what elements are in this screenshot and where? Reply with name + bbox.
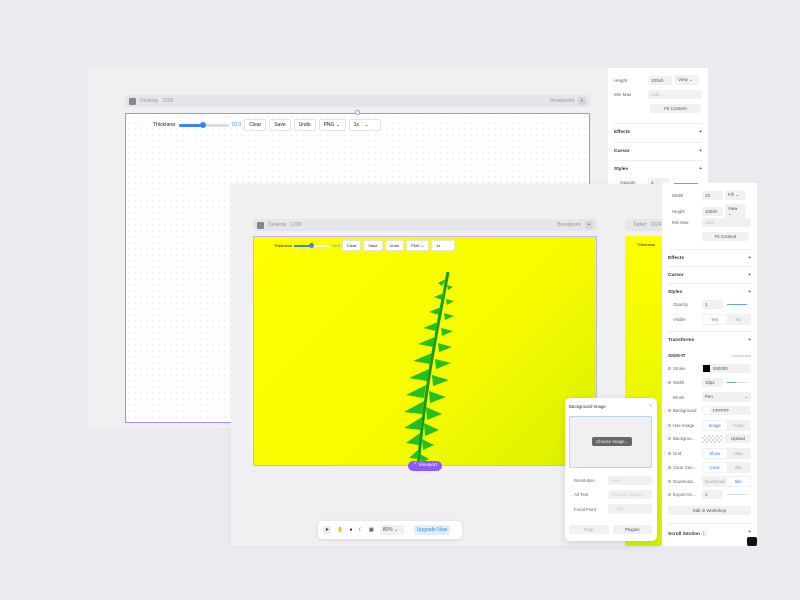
popover-title: Background Image bbox=[569, 404, 606, 409]
frame-header[interactable]: Desktop 1200 Breakpoint + bbox=[125, 95, 590, 107]
width-unit-select[interactable]: Fill ⌄ bbox=[725, 190, 745, 200]
export-scale-input[interactable]: 1 bbox=[702, 490, 723, 499]
effects-section[interactable]: Effects + bbox=[614, 123, 702, 135]
height-unit-select[interactable]: View ⌄ bbox=[675, 75, 699, 85]
zoom-select[interactable]: 80% ⌄ bbox=[379, 525, 404, 535]
crop-button[interactable]: Crop bbox=[569, 525, 609, 534]
brush-select[interactable]: Pen ⌄ bbox=[702, 392, 751, 402]
upgrade-button[interactable]: Upgrade Now bbox=[413, 525, 451, 535]
width-input[interactable]: 1fr bbox=[702, 190, 723, 200]
plus-icon: + bbox=[699, 167, 702, 172]
minmax-input[interactable]: Add... bbox=[648, 90, 702, 99]
scale-select[interactable]: 1x ⌄ bbox=[348, 119, 381, 131]
bottom-toolbar: ➤ ✋ ● ☾ ▦ 80% ⌄ Upgrade Now bbox=[318, 521, 462, 539]
grid-toggle[interactable]: Show Hide bbox=[702, 448, 751, 459]
frame-width: 1200 bbox=[162, 98, 174, 104]
thickness-value: 10.0 bbox=[231, 122, 242, 128]
drawing-toolbar: ⋮⋮ Thickness 10.0 Clear Save Undo PNG ⌄ … bbox=[260, 240, 456, 251]
plus-icon: + bbox=[699, 130, 702, 135]
opacity-input[interactable]: 1 bbox=[702, 300, 723, 309]
styles-section[interactable]: Styles + bbox=[668, 283, 751, 295]
height-label: Height bbox=[614, 77, 628, 83]
visible-toggle[interactable]: Yes No bbox=[702, 314, 751, 325]
opacity-slider[interactable] bbox=[727, 304, 747, 305]
focal-point-input[interactable]: ⁘ Add... bbox=[608, 504, 652, 514]
effects-section[interactable]: Effects + bbox=[668, 249, 751, 261]
height-input[interactable]: 100vh bbox=[648, 75, 672, 85]
scale-select[interactable]: 1x bbox=[431, 240, 456, 251]
hand-tool-icon[interactable]: ✋ bbox=[337, 527, 343, 533]
thickness-label: Thickness bbox=[274, 243, 293, 248]
undo-button[interactable]: Undo bbox=[384, 240, 405, 251]
thickness-value: 10.0 bbox=[332, 243, 340, 248]
cursor-section[interactable]: Cursor + bbox=[614, 142, 702, 154]
scroll-section[interactable]: Scroll Section ⓘ + bbox=[668, 523, 751, 537]
stroke-color-input[interactable]: 000000 bbox=[702, 364, 751, 373]
save-button[interactable]: Save bbox=[363, 240, 383, 251]
fit-content-button[interactable]: Fit Content bbox=[702, 232, 749, 241]
frame-header[interactable]: Desktop 1200 Breakpoint + bbox=[253, 219, 597, 231]
choose-image-button[interactable]: Choose Image... bbox=[592, 437, 633, 446]
frame-canvas[interactable]: ⋮⋮ Thickness 10.0 Clear Save Undo PNG ⌄ … bbox=[253, 236, 597, 466]
thickness-label: Thickness bbox=[153, 122, 176, 128]
height-unit-select[interactable]: View ⌄ bbox=[725, 204, 745, 219]
edit-in-workshop-button[interactable]: Edit in Workshop bbox=[668, 506, 751, 515]
theme-toggle-icon[interactable]: ☾ bbox=[358, 527, 362, 533]
add-breakpoint-icon[interactable]: + bbox=[585, 221, 593, 229]
viewport-badge[interactable]: ⌃ Viewport bbox=[408, 461, 442, 471]
clear-button[interactable]: Clear bbox=[341, 240, 362, 251]
alt-text-input[interactable]: Describe Image... bbox=[608, 490, 652, 499]
export-scale-slider[interactable] bbox=[727, 494, 747, 495]
plus-icon: + bbox=[699, 149, 702, 154]
image-drop-zone[interactable]: Choose Image... bbox=[569, 416, 652, 468]
thickness-slider[interactable] bbox=[294, 242, 331, 248]
breakpoint-label: Breakpoint bbox=[550, 98, 574, 104]
drag-handle-icon[interactable]: ⋮⋮ bbox=[136, 122, 146, 128]
thickness-slider[interactable] bbox=[178, 121, 229, 128]
format-select[interactable]: PNG ⌄ bbox=[318, 119, 346, 131]
resolution-select[interactable]: Auto bbox=[608, 476, 652, 485]
minmax-input[interactable]: Add... bbox=[702, 218, 751, 227]
frame-name: Desktop bbox=[140, 98, 159, 104]
background-image-popover: Background Image × Choose Image... Resol… bbox=[565, 398, 657, 541]
breakpoint-label: Breakpoint bbox=[557, 222, 581, 228]
undo-button[interactable]: Undo bbox=[293, 119, 316, 131]
plugins-button[interactable]: Plugins bbox=[612, 525, 652, 534]
minmax-label: Min Max bbox=[614, 92, 632, 97]
clear-canvas-toggle[interactable]: Clear Idle bbox=[702, 462, 751, 473]
clear-button[interactable]: Clear bbox=[244, 119, 267, 131]
tablet-frame-header[interactable]: Tablet 1024 bbox=[625, 219, 665, 231]
stroke-width-slider[interactable] bbox=[727, 382, 747, 383]
cursor-section[interactable]: Cursor + bbox=[668, 266, 751, 278]
upload-button[interactable]: Upload bbox=[725, 434, 751, 443]
back-properties-panel: Height 100vh View ⌄ Min Max Add... Fit Cont… bbox=[608, 68, 708, 188]
stroke-width-input[interactable]: 10px bbox=[702, 378, 723, 387]
frame-icon bbox=[129, 97, 136, 105]
info-icon: ⓘ bbox=[701, 532, 707, 537]
save-button[interactable]: Save bbox=[269, 119, 291, 131]
properties-panel: Width 1fr Fill ⌄ Height 100vh View ⌄ Min Max… bbox=[662, 183, 757, 546]
fit-content-button[interactable]: Fit Content bbox=[650, 104, 701, 113]
format-select[interactable]: PNG ⌄ bbox=[406, 240, 430, 251]
frame-name: Desktop bbox=[268, 222, 287, 228]
frame-width: 1200 bbox=[290, 222, 302, 228]
add-breakpoint-icon[interactable]: + bbox=[578, 97, 586, 105]
component-header: SIGN-IT Component bbox=[668, 354, 751, 359]
styles-section[interactable]: Styles + bbox=[614, 160, 702, 172]
bg-image-thumbnail[interactable] bbox=[702, 434, 723, 443]
fern-image bbox=[404, 271, 454, 465]
download-toggle[interactable]: Download Idle bbox=[702, 476, 751, 487]
pointer-tool-icon[interactable]: ➤ bbox=[323, 526, 332, 534]
comment-tool-icon[interactable]: ● bbox=[349, 527, 352, 533]
height-input[interactable]: 100vh bbox=[702, 207, 723, 216]
grid-tool-icon[interactable]: ▦ bbox=[369, 527, 374, 533]
background-color-input[interactable]: FFFFFF bbox=[702, 406, 751, 415]
close-icon[interactable]: × bbox=[649, 403, 652, 408]
use-image-toggle[interactable]: Image Color bbox=[702, 420, 751, 431]
drawing-toolbar: ⋮⋮ Thickness 10.0 Clear Save Undo PNG ⌄ … bbox=[136, 119, 381, 131]
transforms-section[interactable]: Transforms + bbox=[668, 331, 751, 343]
resize-handle[interactable] bbox=[355, 110, 360, 115]
corner-widget[interactable] bbox=[747, 537, 757, 546]
